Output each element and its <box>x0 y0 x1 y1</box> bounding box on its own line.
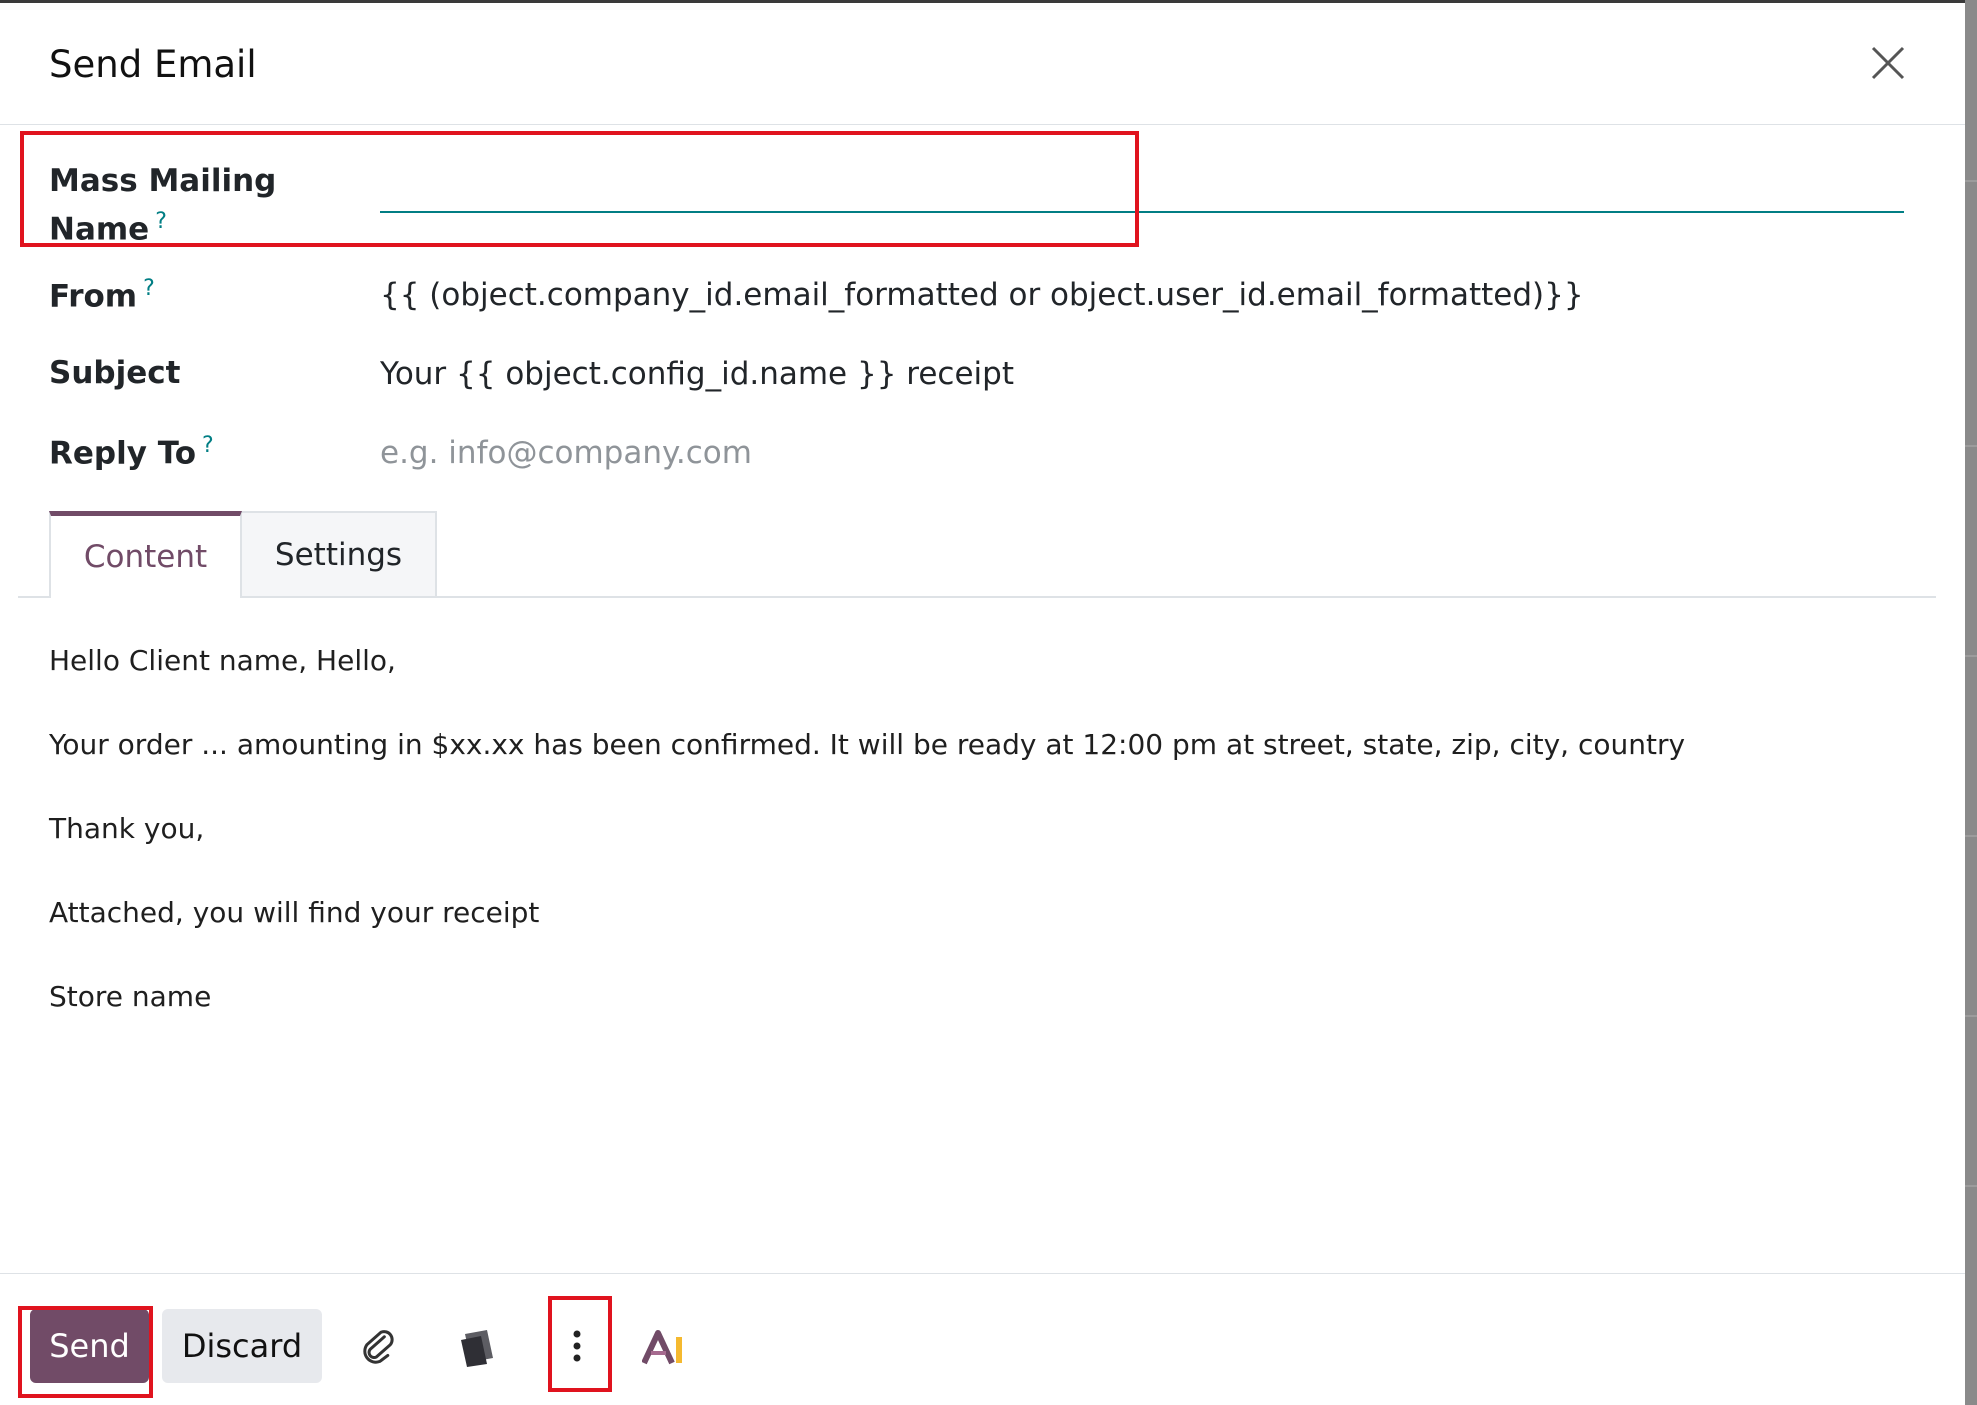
body-line-store: Store name <box>49 980 212 1013</box>
ai-icon[interactable] <box>640 1325 688 1369</box>
highlight-mass-mailing-name <box>20 131 1139 247</box>
footer-divider <box>0 1273 1965 1274</box>
highlight-more-options <box>548 1296 612 1392</box>
reply-to-label-text: Reply To <box>49 435 197 472</box>
tab-content[interactable]: Content <box>49 511 242 598</box>
from-field[interactable]: {{ (object.company_id.email_formatted or… <box>380 277 1584 313</box>
discard-button[interactable]: Discard <box>162 1309 322 1383</box>
close-icon[interactable] <box>1866 41 1910 85</box>
body-line-greeting: Hello Client name, Hello, <box>49 644 396 677</box>
body-line-order: Your order ... amounting in $xx.xx has b… <box>49 728 1686 761</box>
from-label: From? <box>49 276 155 314</box>
reply-to-help-icon[interactable]: ? <box>202 433 214 458</box>
reply-to-field[interactable]: e.g. info@company.com <box>380 435 752 471</box>
body-line-thanks: Thank you, <box>49 812 205 845</box>
from-help-icon[interactable]: ? <box>143 276 155 301</box>
backdrop <box>1965 0 1977 1405</box>
highlight-send <box>18 1306 153 1398</box>
tab-settings[interactable]: Settings <box>242 511 437 598</box>
send-email-dialog: Send Email Mass Mailing Name? From? {{ (… <box>0 0 1965 1405</box>
paperclip-icon[interactable] <box>356 1321 400 1371</box>
subject-label: Subject <box>49 355 181 391</box>
dialog-title: Send Email <box>49 43 257 86</box>
template-icon[interactable] <box>455 1321 503 1371</box>
dialog-header: Send Email <box>0 3 1965 125</box>
subject-field[interactable]: Your {{ object.config_id.name }} receipt <box>380 356 1014 392</box>
reply-to-label: Reply To? <box>49 433 214 471</box>
from-label-text: From <box>49 278 138 315</box>
body-line-attachment: Attached, you will find your receipt <box>49 896 540 929</box>
